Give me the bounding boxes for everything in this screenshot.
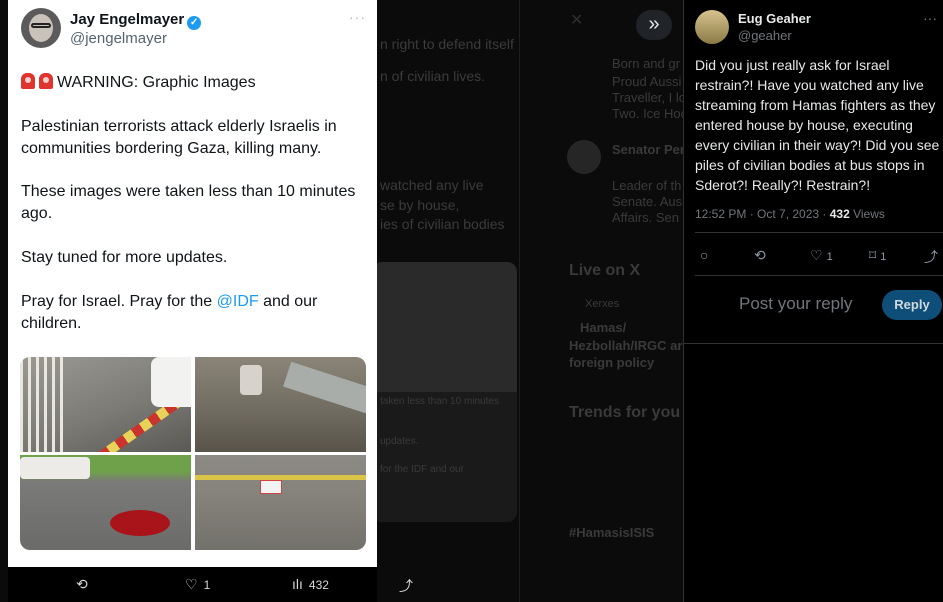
verified-badge-icon: ✓ [187,16,202,30]
tweet-paragraph: Stay tuned for more updates. [21,249,228,266]
media-photo[interactable] [195,455,366,550]
like-button[interactable]: ♡ 1 [810,247,833,264]
avatar[interactable] [21,8,61,48]
collapse-panel-button[interactable]: » [636,10,672,40]
mention-link[interactable]: @IDF [217,293,259,310]
tweet-card: Jay Engelmayer ✓ @jengelmayer ··· WARNING… [8,0,377,567]
reply-button[interactable]: Reply [882,290,942,320]
tweet-paragraph: Pray for Israel. Pray for the @IDF and o… [21,293,318,332]
background-text: Proud Aussi [612,74,682,89]
background-heading: Trends for you [569,404,681,421]
background-text: Leader of th [612,178,682,193]
background-text: Hamas/ [580,320,627,335]
tweet-paragraph: These images were taken less than 10 min… [21,183,356,222]
media-photo[interactable] [20,455,191,550]
background-text: ies of civilian bodies [380,216,505,232]
background-text: n right to defend itself [380,36,514,52]
retweet-icon[interactable]: ⟲ [76,576,88,593]
reply-input[interactable]: Post your reply [739,294,852,314]
warning-line: WARNING: Graphic Images [21,72,366,94]
background-text: Born and gr [612,56,680,71]
like-button[interactable]: ♡ 1 [185,576,210,593]
background-text: Senator Per [612,142,685,157]
heart-icon: ♡ [185,576,198,592]
views-count: 432 [829,207,850,221]
background-text: for the IDF and our [380,464,464,475]
background-text: Hezbollah/IRGC ar [569,338,683,353]
background-text: watched any live [380,177,484,193]
avatar[interactable] [695,10,729,44]
background-text: Traveller, I lo [612,90,686,105]
siren-icon [39,73,53,89]
post-metadata: 12:52 PM · Oct 7, 2023 · 432 Views [695,207,885,221]
background-text: se by house, [380,197,460,213]
more-options-icon[interactable]: ··· [923,10,937,26]
bookmark-count: 1 [880,251,887,263]
avatar [567,140,601,174]
media-photo[interactable] [20,357,191,452]
bookmark-icon: ⌑ [869,247,877,263]
share-icon[interactable]: ⤴ [924,247,938,267]
reply-panel: Eug Geaher @geaher ··· Did you just real… [683,0,943,602]
retweet-icon[interactable]: ⟲ [754,247,766,264]
background-text: Two. Ice Hoc [612,106,688,121]
views-count: 432 [308,578,329,592]
like-count: 1 [826,251,833,263]
share-icon[interactable]: ⤴ [399,576,413,596]
author-handle[interactable]: @jengelmayer [70,30,167,47]
background-heading: Live on X [569,262,641,279]
background-text: foreign policy [569,355,655,370]
background-text: updates. [380,436,419,447]
bookmark-button[interactable]: ⌑ 1 [869,247,886,264]
siren-icon [21,73,35,89]
background-text: taken less than 10 minutes [380,396,499,407]
author-name[interactable]: Jay Engelmayer ✓ [70,11,202,30]
views-button[interactable]: ılı 432 [292,576,329,592]
media-grid [20,357,366,550]
media-photo[interactable] [195,357,366,452]
close-icon: ✕ [570,12,584,29]
heart-icon: ♡ [810,247,823,263]
divider [695,275,943,276]
bar-chart-icon: ılı [292,576,303,592]
divider [684,343,943,344]
background-text: n of civilian lives. [380,68,486,84]
like-count: 1 [203,578,211,592]
author-handle[interactable]: @geaher [738,28,792,43]
background-text: Affairs. Sen [612,210,679,225]
background-text: #HamasisISIS [569,525,655,540]
reply-icon[interactable]: ○ [700,247,708,263]
tweet-paragraph: Palestinian terrorists attack elderly Is… [21,118,337,157]
author-name[interactable]: Eug Geaher [738,11,811,26]
tweet-action-bar: ⟲ ♡ 1 ılı 432 ⤴ [8,567,413,602]
divider [695,232,943,233]
background-media [372,262,517,522]
more-options-icon[interactable]: ··· [349,9,366,25]
post-text: Did you just really ask for Israel restr… [695,57,940,193]
background-text: Senate. Aus [612,194,683,209]
background-text: Xerxes [585,298,620,310]
